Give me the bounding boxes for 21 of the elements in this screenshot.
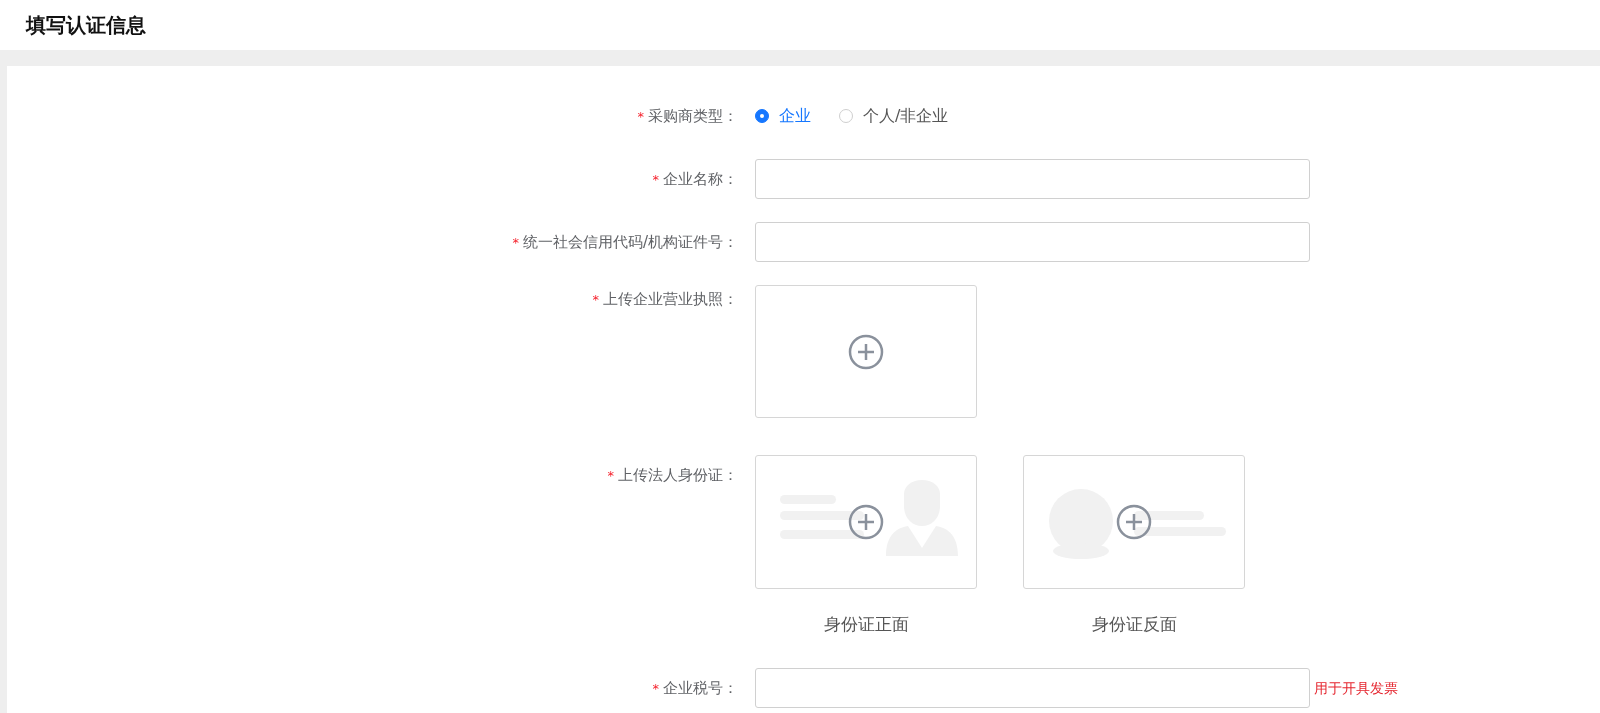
- field-label: * 采购商类型：: [636, 106, 739, 127]
- plus-icon: [848, 504, 884, 540]
- field-hint: 用于开具发票: [1314, 679, 1398, 698]
- plus-icon: [1116, 504, 1152, 540]
- field-label: * 上传法人身份证：: [606, 465, 739, 486]
- radio-option[interactable]: 个人/非企业: [839, 105, 949, 127]
- page-title: 填写认证信息: [26, 11, 146, 39]
- upload-caption: 身份证反面: [1091, 613, 1177, 636]
- upload-box[interactable]: [755, 455, 977, 589]
- input-field[interactable]: [755, 222, 1310, 262]
- upload-box[interactable]: [1023, 455, 1245, 589]
- field-label: * 企业名称：: [651, 169, 739, 190]
- input-field[interactable]: [755, 159, 1310, 199]
- upload-caption: 身份证正面: [823, 613, 909, 636]
- input-field[interactable]: [755, 668, 1310, 708]
- plus-icon: [848, 333, 884, 370]
- upload-box[interactable]: [755, 285, 977, 418]
- field-label: * 上传企业营业执照：: [591, 289, 739, 310]
- radio-option[interactable]: 企业: [755, 105, 811, 127]
- field-label: * 统一社会信用代码/机构证件号：: [511, 232, 739, 253]
- field-label: * 企业税号：: [651, 678, 739, 699]
